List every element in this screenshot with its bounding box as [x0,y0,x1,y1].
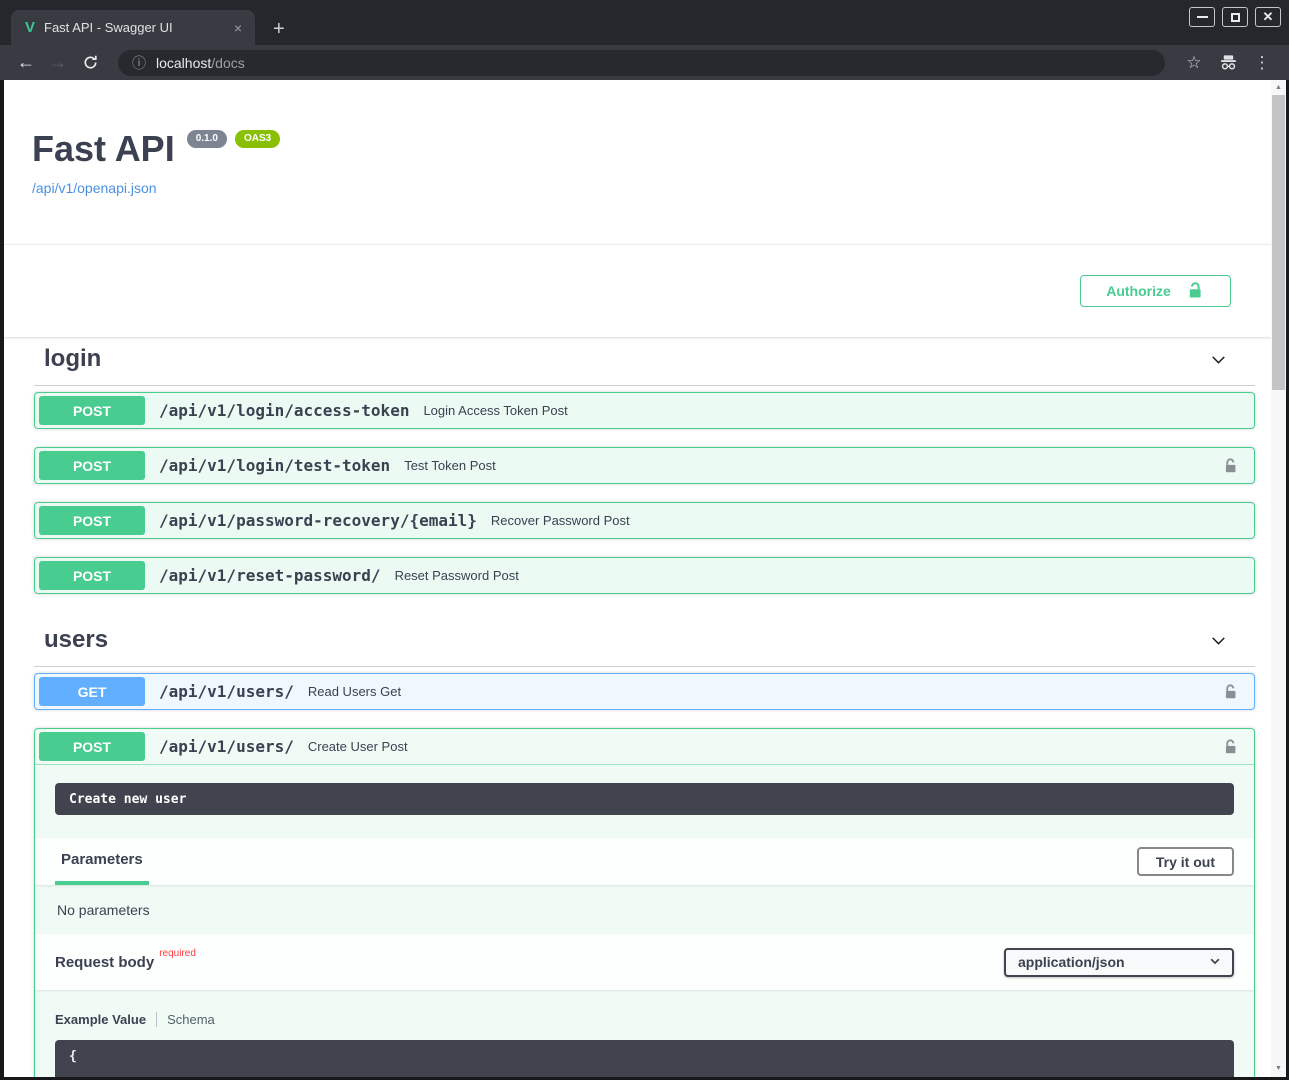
endpoint-row[interactable]: POST /api/v1/password-recovery/{email} R… [34,502,1255,539]
tab-divider [156,1012,157,1027]
page-scrollbar[interactable]: ▲ ▼ [1271,80,1286,1077]
tab-example-value[interactable]: Example Value [55,1012,146,1027]
endpoint-path: /api/v1/reset-password/ [159,566,381,585]
parameters-header: Parameters Try it out [35,838,1254,885]
url-host: localhost [156,55,211,71]
try-it-out-button[interactable]: Try it out [1137,847,1234,876]
endpoint-path: /api/v1/login/test-token [159,456,390,475]
browser-tab[interactable]: V Fast API - Swagger UI × [11,10,255,45]
forward-icon: → [44,49,72,77]
example-area: Example Value Schema { [35,990,1254,1077]
example-code-block[interactable]: { [55,1040,1234,1077]
browser-menu-icon[interactable]: ⋮ [1247,49,1277,77]
unlock-icon [1185,280,1205,303]
content-type-select[interactable]: application/json [1004,948,1234,977]
browser-toolbar: ← → ⓘ localhost /docs ☆ ⋮ [0,45,1289,80]
endpoint-description: Create new user [55,783,1234,815]
method-badge: GET [39,677,145,706]
new-tab-button[interactable]: + [273,19,285,39]
auth-lock-icon[interactable] [1221,456,1240,475]
site-info-icon[interactable]: ⓘ [132,53,146,73]
method-badge: POST [39,451,145,480]
reload-icon[interactable] [76,49,104,77]
request-body-label: Request bodyrequired [55,953,191,971]
endpoint-summary: Test Token Post [404,458,496,473]
endpoint-summary: Read Users Get [308,684,401,699]
page-viewport: Fast API 0.1.0 OAS3 /api/v1/openapi.json… [4,80,1286,1077]
tab-schema[interactable]: Schema [167,1012,215,1027]
back-icon[interactable]: ← [12,49,40,77]
authorize-label: Authorize [1106,283,1171,299]
url-bar[interactable]: ⓘ localhost /docs [118,50,1165,76]
endpoint-expanded-block: POST /api/v1/users/ Create User Post Cre… [34,728,1255,1077]
endpoint-row[interactable]: POST /api/v1/users/ Create User Post [35,729,1254,765]
maximize-button[interactable] [1222,7,1248,27]
method-badge: POST [39,561,145,590]
section-login-header[interactable]: login [34,337,1255,386]
incognito-icon [1213,49,1243,77]
authorize-button[interactable]: Authorize [1080,275,1231,307]
chevron-down-icon[interactable] [1208,630,1229,651]
endpoint-row[interactable]: POST /api/v1/reset-password/ Reset Passw… [34,557,1255,594]
tab-parameters[interactable]: Parameters [55,838,149,885]
endpoint-path: /api/v1/password-recovery/{email} [159,511,477,530]
scrollbar-thumb[interactable] [1272,95,1285,390]
method-badge: POST [39,396,145,425]
minimize-button[interactable] [1189,7,1215,27]
window-controls: ✕ [1189,7,1281,27]
section-users-rows: GET /api/v1/users/ Read Users Get POST [34,673,1255,1077]
section-users-header[interactable]: users [34,618,1255,667]
endpoint-path: /api/v1/login/access-token [159,401,409,420]
browser-titlebar: V Fast API - Swagger UI × + ✕ [0,0,1289,45]
operations: login POST /api/v1/login/access-token Lo… [4,337,1271,1077]
endpoint-summary: Login Access Token Post [423,403,567,418]
endpoint-path: /api/v1/users/ [159,737,294,756]
auth-lock-icon[interactable] [1221,682,1240,701]
bookmark-star-icon[interactable]: ☆ [1179,49,1209,77]
request-body-header: Request bodyrequired application/json [35,934,1254,990]
window-close-button[interactable]: ✕ [1255,7,1281,27]
no-parameters-text: No parameters [35,885,1254,934]
required-badge: required [159,948,196,959]
endpoint-summary: Reset Password Post [395,568,519,583]
chevron-down-icon [1208,954,1222,971]
endpoint-row[interactable]: POST /api/v1/login/access-token Login Ac… [34,392,1255,429]
model-tabs: Example Value Schema [55,1012,1234,1027]
scroll-up-icon[interactable]: ▲ [1271,80,1286,94]
content-type-value: application/json [1018,954,1125,970]
api-info: Fast API 0.1.0 OAS3 /api/v1/openapi.json [4,80,1271,198]
section-login-rows: POST /api/v1/login/access-token Login Ac… [34,392,1255,594]
method-badge: POST [39,506,145,535]
section-title: users [44,626,108,654]
version-badge: 0.1.0 [187,130,227,148]
page-title: Fast API [32,128,175,170]
endpoint-row[interactable]: GET /api/v1/users/ Read Users Get [34,673,1255,710]
method-badge: POST [39,732,145,761]
url-path: /docs [211,55,244,71]
tab-close-icon[interactable]: × [231,20,245,36]
endpoint-path: /api/v1/users/ [159,682,294,701]
endpoint-row[interactable]: POST /api/v1/login/test-token Test Token… [34,447,1255,484]
tab-title: Fast API - Swagger UI [44,20,231,35]
swagger-page: Fast API 0.1.0 OAS3 /api/v1/openapi.json… [4,80,1286,1077]
section-title: login [44,345,101,373]
endpoint-summary: Create User Post [308,739,408,754]
chevron-down-icon[interactable] [1208,349,1229,370]
scheme-container: Authorize [4,244,1271,337]
auth-lock-icon[interactable] [1221,737,1240,756]
openapi-spec-link[interactable]: /api/v1/openapi.json [32,180,157,196]
oas3-badge: OAS3 [235,130,280,148]
endpoint-summary: Recover Password Post [491,513,630,528]
scroll-down-icon[interactable]: ▼ [1271,1061,1286,1075]
favicon-icon: V [25,19,35,36]
